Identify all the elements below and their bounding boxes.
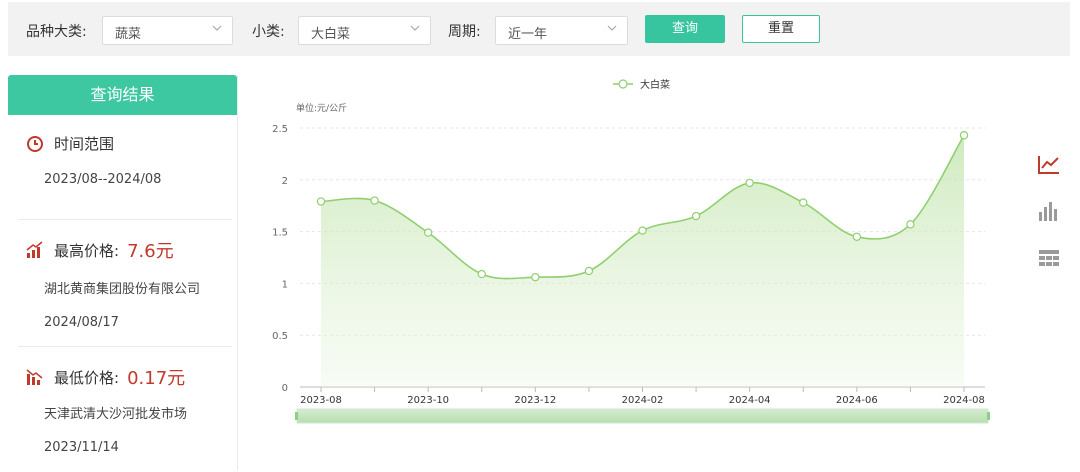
category-value: 蔬菜 — [115, 27, 142, 42]
y-tick-label: 2 — [282, 176, 288, 187]
max-price-label: 最高价格: — [54, 241, 120, 260]
data-point — [906, 220, 915, 229]
data-point — [959, 131, 969, 140]
results-header: 查询结果 — [8, 75, 237, 115]
price-chart-svg: 0 0.5 1 1.5 2 2.5 2023-08 2023-10 2023-12 2024-02… — [272, 78, 990, 424]
period-value: 近一年 — [508, 27, 548, 42]
line-chart-icon[interactable] — [1037, 152, 1061, 176]
x-tick-label: 2023-08 — [300, 395, 342, 406]
unit-label: 单位:元/公斤 — [296, 102, 347, 114]
data-point — [531, 272, 540, 282]
legend-marker — [618, 79, 628, 89]
min-price-date: 2023/11/14 — [44, 440, 119, 455]
x-tick-label: 2024-02 — [622, 395, 664, 406]
table-icon[interactable] — [1037, 246, 1061, 270]
time-range-title: 时间范围 — [26, 133, 114, 154]
y-tick-label: 1 — [282, 279, 288, 290]
min-price-title: 最低价格: 0.17元 — [26, 364, 185, 390]
data-point — [477, 269, 486, 279]
data-point — [316, 197, 326, 206]
period-select[interactable]: 近一年 — [495, 16, 628, 45]
time-range-label: 时间范围 — [54, 135, 115, 153]
max-price-value: 7.6元 — [127, 241, 174, 262]
subcategory-value: 大白菜 — [311, 27, 351, 42]
divider — [18, 346, 232, 347]
series-area — [321, 135, 964, 387]
y-tick-label: 0.5 — [272, 331, 288, 342]
y-tick-label: 1.5 — [272, 228, 288, 239]
category-label: 品种大类: — [26, 24, 87, 40]
x-tick-label: 2023-10 — [407, 395, 449, 406]
results-panel: 查询结果 时间范围 2023/08--2024/08 最高价格: 7.6元 湖北… — [8, 75, 238, 470]
data-point — [370, 196, 379, 205]
x-tick-label: 2024-04 — [729, 395, 771, 406]
data-point — [638, 226, 647, 235]
max-price-date: 2024/08/17 — [44, 315, 119, 330]
category-select[interactable]: 蔬菜 — [102, 16, 233, 45]
legend-label: 大白菜 — [640, 78, 670, 91]
clock-icon — [27, 135, 43, 152]
query-button[interactable]: 查询 — [645, 15, 725, 43]
period-label: 周期: — [448, 24, 481, 40]
data-point — [423, 228, 433, 237]
max-price-title: 最高价格: 7.6元 — [26, 237, 174, 263]
zoom-handle-right[interactable] — [987, 412, 990, 420]
x-tick-label: 2024-06 — [836, 395, 878, 406]
price-down-icon — [26, 369, 43, 385]
subcategory-label: 小类: — [252, 24, 285, 40]
zoom-slider[interactable] — [296, 408, 989, 424]
subcategory-select[interactable]: 大白菜 — [298, 16, 431, 45]
price-up-icon — [26, 241, 43, 258]
bar-chart-icon[interactable] — [1037, 199, 1061, 223]
divider — [18, 219, 232, 220]
min-price-market: 天津武清大沙河批发市场 — [44, 407, 188, 422]
chevron-down-icon — [410, 25, 420, 31]
min-price-value: 0.17元 — [127, 368, 186, 389]
max-price-market: 湖北黄商集团股份有限公司 — [44, 282, 201, 297]
data-point — [584, 266, 594, 276]
time-range-value: 2023/08--2024/08 — [44, 172, 162, 187]
min-price-label: 最低价格: — [54, 368, 120, 387]
reset-button[interactable]: 重置 — [742, 15, 820, 43]
data-point — [745, 178, 754, 188]
data-point — [691, 211, 701, 221]
data-point — [852, 232, 862, 241]
price-chart: 0 0.5 1 1.5 2 2.5 2023-08 2023-10 2023-12 2024-02… — [250, 68, 1020, 468]
y-tick-label: 2.5 — [272, 124, 288, 135]
chevron-down-icon — [607, 25, 617, 31]
filter-bar: 品种大类: 蔬菜 小类: 大白菜 周期: 近一年 查询 重置 — [8, 2, 1070, 56]
x-tick-label: 2024-08 — [943, 395, 985, 406]
zoom-handle-left[interactable] — [295, 412, 298, 420]
y-tick-label: 0 — [282, 383, 288, 394]
data-point — [799, 198, 808, 207]
chevron-down-icon — [212, 25, 222, 31]
x-tick-label: 2023-12 — [514, 395, 556, 406]
